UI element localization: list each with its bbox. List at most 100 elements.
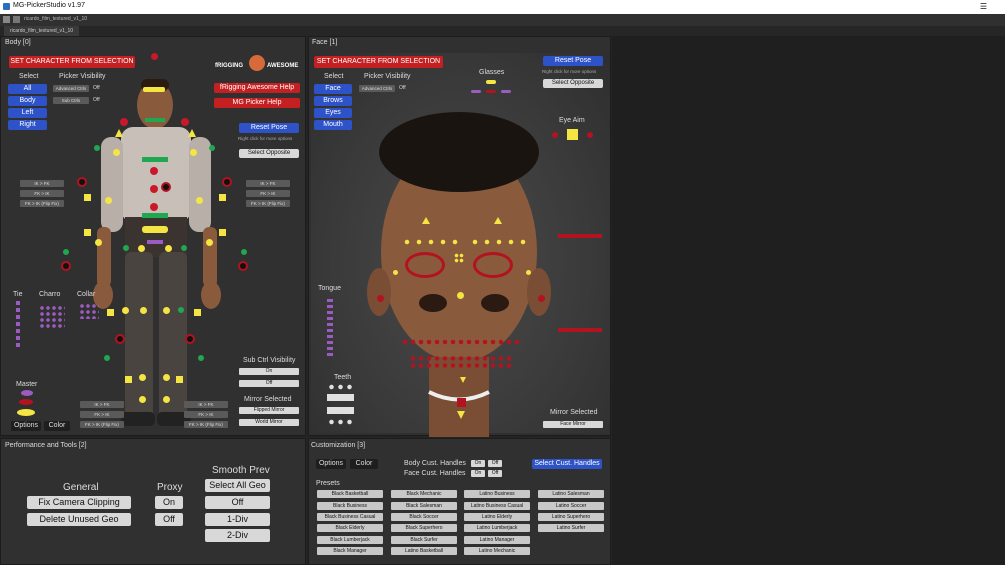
body-select-left-button[interactable]: Left bbox=[8, 108, 47, 118]
right-knee-ctrl[interactable] bbox=[163, 307, 170, 314]
left-knee-pole-ctrl[interactable] bbox=[115, 334, 125, 344]
glasses-right-ctrl[interactable] bbox=[501, 90, 511, 93]
left-leg-fk-ctrl[interactable] bbox=[107, 309, 114, 316]
face-slider-lower-ctrl[interactable] bbox=[558, 328, 602, 332]
preset-button[interactable]: Black Soccer bbox=[391, 513, 457, 521]
neck-ctrl[interactable] bbox=[145, 118, 165, 122]
delete-unused-geo-button[interactable]: Delete Unused Geo bbox=[27, 513, 131, 526]
face-select-mouth-button[interactable]: Mouth bbox=[314, 120, 352, 130]
right-ankle-ctrl[interactable] bbox=[163, 374, 170, 381]
select-cust-handles-button[interactable]: Select Cust. Handles bbox=[532, 459, 602, 469]
right-elbow-pole-ctrl[interactable] bbox=[222, 177, 232, 187]
left-wrist-ctrl[interactable] bbox=[95, 239, 102, 246]
body-select-body-button[interactable]: Body bbox=[8, 96, 47, 106]
proxy-on-button[interactable]: On bbox=[155, 496, 183, 509]
face-handles-on-button[interactable]: On bbox=[471, 470, 485, 477]
face-select-face-button[interactable]: Face bbox=[314, 84, 352, 94]
left-arm-flip-fix-button[interactable]: FK > IK (Flip Fix) bbox=[20, 200, 64, 207]
preset-button[interactable]: Latino Salesman bbox=[538, 490, 604, 498]
charro-ctrl-group[interactable] bbox=[39, 305, 65, 329]
master-offset-ctrl[interactable] bbox=[19, 399, 33, 405]
right-wrist-fk-ctrl[interactable] bbox=[219, 229, 226, 236]
preset-button[interactable]: Black Manager bbox=[317, 547, 383, 555]
left-arm-ik-fk-button[interactable]: IK > FK bbox=[20, 180, 64, 187]
preset-button[interactable]: Latino Lumberjack bbox=[464, 524, 530, 532]
left-shoulder-ctrl[interactable] bbox=[120, 118, 128, 126]
right-arm-fk-ik-button[interactable]: FK > IK bbox=[246, 190, 290, 197]
right-thigh-ctrl[interactable] bbox=[165, 245, 172, 252]
right-toe-ctrl[interactable] bbox=[163, 396, 170, 403]
frigging-awesome-help-button[interactable]: fRigging Awesome Help bbox=[214, 83, 300, 93]
body-reset-pose-button[interactable]: Reset Pose bbox=[239, 123, 299, 133]
left-ankle-outer-ctrl[interactable] bbox=[104, 355, 110, 361]
proxy-off-button[interactable]: Off bbox=[155, 513, 183, 526]
face-slider-upper-ctrl[interactable] bbox=[558, 234, 602, 238]
preset-button[interactable]: Black Superhero bbox=[391, 524, 457, 532]
body-options-button[interactable]: Options bbox=[11, 421, 41, 431]
left-arm-ctrl[interactable] bbox=[94, 145, 100, 151]
eye-aim-ctrl[interactable] bbox=[567, 129, 578, 140]
right-arm-ik-fk-button[interactable]: IK > FK bbox=[246, 180, 290, 187]
master-sub-ctrl[interactable] bbox=[21, 390, 33, 396]
file-tab[interactable]: ricardo_film_textured_v1_10 bbox=[4, 26, 80, 36]
right-foot-ctrl[interactable] bbox=[176, 376, 183, 383]
left-hand-ctrl[interactable] bbox=[63, 249, 69, 255]
right-eye-aim-ctrl[interactable] bbox=[587, 132, 593, 138]
right-leg-ik-fk-button[interactable]: IK > FK bbox=[184, 401, 228, 408]
preset-button[interactable]: Latino Business bbox=[464, 490, 530, 498]
preset-button[interactable]: Latino Soccer bbox=[538, 502, 604, 510]
spine-upper-ctrl[interactable] bbox=[150, 167, 158, 175]
face-set-character-button[interactable]: SET CHARACTER FROM SELECTION bbox=[314, 56, 443, 68]
preset-button[interactable]: Black Business Casual bbox=[317, 513, 383, 521]
nose-tip-ctrl[interactable] bbox=[457, 292, 464, 299]
collar-ctrl-group[interactable] bbox=[79, 303, 99, 319]
head-top-ctrl[interactable] bbox=[151, 53, 158, 60]
left-arm-fk-ik-button[interactable]: FK > IK bbox=[20, 190, 64, 197]
body-select-all-button[interactable]: All bbox=[8, 84, 47, 94]
right-cheek-ctrl[interactable] bbox=[526, 270, 531, 275]
smooth-off-button[interactable]: Off bbox=[205, 496, 270, 509]
left-elbow-pole-ctrl[interactable] bbox=[77, 177, 87, 187]
body-select-opposite-button[interactable]: Select Opposite bbox=[239, 149, 299, 158]
face-mirror-button[interactable]: Face Mirror bbox=[543, 421, 603, 428]
left-eye-ctrl-ring[interactable] bbox=[405, 252, 445, 278]
sub-ctrl-on-button[interactable]: On bbox=[239, 368, 299, 375]
left-brow-raise-ctrl[interactable] bbox=[422, 217, 430, 224]
left-elbow-ctrl[interactable] bbox=[105, 197, 112, 204]
left-cheek-ctrl[interactable] bbox=[393, 270, 398, 275]
right-elbow-ctrl[interactable] bbox=[196, 197, 203, 204]
tongue-ctrl-chain[interactable] bbox=[327, 299, 333, 359]
glasses-mid-ctrl[interactable] bbox=[486, 90, 496, 93]
smooth-2-div-button[interactable]: 2-Div bbox=[205, 529, 270, 542]
body-sub-ctrls-toggle[interactable]: Off bbox=[93, 97, 100, 103]
right-hip-ctrl[interactable] bbox=[181, 245, 187, 251]
right-leg-flip-fix-button[interactable]: FK > IK (Flip Fix) bbox=[184, 421, 228, 428]
left-hand-ik-ctrl[interactable] bbox=[61, 261, 71, 271]
cursor-icon[interactable] bbox=[13, 16, 20, 23]
preset-button[interactable]: Black Lumberjack bbox=[317, 536, 383, 544]
upper-teeth-ctrls[interactable] bbox=[327, 384, 355, 390]
left-wrist-fk-ctrl[interactable] bbox=[84, 229, 91, 236]
right-leg-fk-ik-button[interactable]: FK > IK bbox=[184, 411, 228, 418]
right-wrist-ctrl[interactable] bbox=[206, 239, 213, 246]
body-handles-off-button[interactable]: Off bbox=[488, 460, 502, 467]
mouth-upper-ctrls[interactable] bbox=[401, 336, 521, 348]
chest-ctrl[interactable] bbox=[142, 157, 168, 162]
left-ankle-ctrl[interactable] bbox=[139, 374, 146, 381]
nose-bridge-ctrls[interactable] bbox=[454, 253, 464, 263]
preset-button[interactable]: Black Business bbox=[317, 502, 383, 510]
right-shoulder-ctrl[interactable] bbox=[181, 118, 189, 126]
glasses-left-ctrl[interactable] bbox=[471, 90, 481, 93]
right-leg-fk-ctrl[interactable] bbox=[194, 309, 201, 316]
flipped-mirror-button[interactable]: Flipped Mirror bbox=[239, 407, 299, 414]
preset-button[interactable]: Black Elderly bbox=[317, 524, 383, 532]
mouth-lower-ctrls[interactable] bbox=[409, 355, 513, 369]
spine-low-ctrl[interactable] bbox=[150, 203, 158, 211]
preset-button[interactable]: Black Salesman bbox=[391, 502, 457, 510]
right-hand-ik-ctrl[interactable] bbox=[238, 261, 248, 271]
hamburger-icon[interactable]: ☰ bbox=[980, 2, 987, 11]
jaw-main-ctrl[interactable] bbox=[457, 398, 466, 407]
chest-ik-ctrl[interactable] bbox=[161, 182, 171, 192]
right-ankle-outer-ctrl[interactable] bbox=[198, 355, 204, 361]
right-knee-pole-ctrl[interactable] bbox=[185, 334, 195, 344]
